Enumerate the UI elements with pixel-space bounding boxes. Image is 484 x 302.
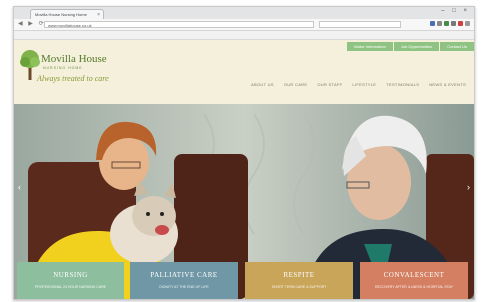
- browser-window: Movilla House Nursing Home × – □ × ◀ ▶ ⟳…: [13, 6, 475, 300]
- nav-about[interactable]: ABOUT US: [251, 82, 274, 87]
- card-title: RESPITE: [283, 271, 315, 279]
- util-link-visitor[interactable]: Visitor Information: [346, 42, 393, 51]
- utility-links: Visitor Information Job Opportunities Co…: [346, 42, 474, 51]
- slider-prev-icon[interactable]: ‹: [18, 182, 21, 192]
- logo-tagline: Always treated to care: [37, 74, 109, 83]
- bookmarks-bar: [14, 31, 474, 40]
- tab-bar: Movilla House Nursing Home × – □ ×: [14, 7, 474, 19]
- extension-icons[interactable]: [430, 21, 470, 26]
- card-subtitle: SHORT TERM CARE & SUPPORT: [271, 285, 327, 289]
- nav-testimonials[interactable]: TESTIMONIALS: [386, 82, 419, 87]
- card-respite[interactable]: RESPITE SHORT TERM CARE & SUPPORT: [245, 262, 353, 299]
- extension-icon[interactable]: [458, 21, 463, 26]
- tab-title: Movilla House Nursing Home: [35, 12, 87, 17]
- menu-icon[interactable]: [465, 21, 470, 26]
- slider-next-icon[interactable]: ›: [467, 182, 470, 192]
- card-nursing[interactable]: NURSING PROFESSIONAL 24 HOUR NURSING CAR…: [17, 262, 124, 299]
- card-convalescent[interactable]: CONVALESCENT RECOVERY AFTER ILLNESS & HO…: [360, 262, 468, 299]
- nav-our-care[interactable]: OUR CARE: [284, 82, 308, 87]
- logo-name: Movilla House: [41, 53, 107, 65]
- extension-icon[interactable]: [444, 21, 449, 26]
- card-palliative-care[interactable]: PALLIATIVE CARE DIGNITY AT THE END OF LI…: [130, 262, 238, 299]
- nav-news-events[interactable]: NEWS & EVENTS: [429, 82, 466, 87]
- extension-icon[interactable]: [451, 21, 456, 26]
- card-title: NURSING: [53, 271, 88, 279]
- extension-icon[interactable]: [430, 21, 435, 26]
- address-bar: ◀ ▶ ⟳ www.movillahouse.co.uk: [14, 19, 474, 31]
- nav-our-staff[interactable]: OUR STAFF: [317, 82, 342, 87]
- util-link-jobs[interactable]: Job Opportunities: [393, 42, 440, 51]
- nav-lifestyle[interactable]: LIFESTYLE: [352, 82, 376, 87]
- back-forward-icon[interactable]: ◀ ▶ ⟳: [18, 20, 46, 27]
- hero-banner: ‹ › NURSING PROFESSIONAL 24 HOUR NURSING…: [14, 104, 474, 299]
- window-controls[interactable]: – □ ×: [441, 8, 470, 14]
- card-subtitle: DIGNITY AT THE END OF LIFE: [159, 285, 209, 289]
- search-field[interactable]: [319, 21, 401, 28]
- util-link-contact[interactable]: Contact Us: [440, 42, 474, 51]
- extension-icon[interactable]: [437, 21, 442, 26]
- main-navigation: ABOUT US OUR CARE OUR STAFF LIFESTYLE TE…: [251, 82, 466, 87]
- site-logo[interactable]: Movilla House NURSING HOME Always treate…: [19, 48, 129, 98]
- card-title: PALLIATIVE CARE: [150, 271, 218, 279]
- url-field[interactable]: www.movillahouse.co.uk: [44, 21, 314, 28]
- logo-subtitle: NURSING HOME: [43, 66, 83, 70]
- card-subtitle: RECOVERY AFTER ILLNESS & HOSPITAL STAY: [375, 285, 453, 289]
- site-header: Visitor Information Job Opportunities Co…: [14, 40, 474, 104]
- browser-tab[interactable]: Movilla House Nursing Home ×: [30, 9, 104, 19]
- service-cards: NURSING PROFESSIONAL 24 HOUR NURSING CAR…: [14, 261, 474, 299]
- card-title: CONVALESCENT: [383, 271, 445, 279]
- card-subtitle: PROFESSIONAL 24 HOUR NURSING CARE: [34, 285, 107, 289]
